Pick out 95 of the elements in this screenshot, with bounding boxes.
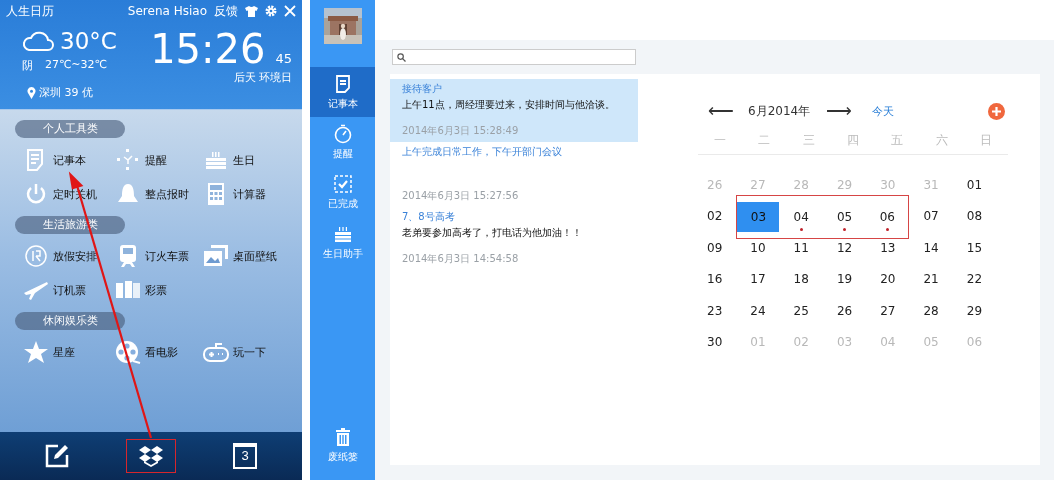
calendar-day[interactable]: 27 [866,295,909,326]
calendar-day[interactable]: 16 [693,264,736,295]
edit-icon [44,443,70,469]
calendar-day[interactable]: 13 [866,232,909,263]
gamepad-icon [203,340,229,364]
reminder-icon [115,148,141,172]
tool-item[interactable]: 星座 [23,340,115,364]
calendar-day[interactable]: 18 [780,264,823,295]
city-air-quality: 深圳 39 优 [39,85,93,100]
tool-item[interactable]: 订机票 [23,278,115,302]
note-item[interactable]: 接待客户 上午11点，周经理要过来，安排时间与他洽谈。 2014年6月3日 15:28:49 [390,79,638,142]
clock-seconds: 45 [275,51,292,66]
temperature-range: 27℃~32℃ [45,58,107,73]
calendar-day[interactable]: 12 [823,232,866,263]
calendar-day[interactable]: 26 [823,295,866,326]
note-time: 2014年6月3日 14:54:58 [402,252,520,266]
feedback-link[interactable]: 反馈 [214,2,238,20]
calendar-day[interactable]: 22 [953,264,996,295]
picture-stack-icon [203,244,229,268]
note-item[interactable]: 上午完成日常工作，下午开部门会议 2014年6月3日 15:27:56 [390,142,638,207]
temperature: 30°C [60,28,117,54]
calendar-day[interactable]: 03 [737,201,780,232]
calendar-day[interactable]: 07 [910,201,953,232]
search-icon [397,52,406,62]
note-time: 2014年6月3日 15:28:49 [402,124,520,138]
calendar-day[interactable]: 19 [823,264,866,295]
calendar-day[interactable]: 23 [693,295,736,326]
calendar-day[interactable]: 15 [953,232,996,263]
calendar-day[interactable]: 09 [693,232,736,263]
calendar-day[interactable]: 30 [693,327,736,358]
stacked-boxes-icon [138,444,164,468]
calendar-day[interactable]: 24 [736,295,779,326]
calendar-button[interactable]: 3 [220,439,270,473]
month-title: 6月2014年 [748,102,811,120]
sidebar-item[interactable]: 记事本 [310,67,375,117]
note-item[interactable]: 7、8号高考 老弟要参加高考了，打电话为他加油！！ 2014年6月3日 14:54:58 [390,207,638,270]
category-label: 休闲娱乐类 [15,312,125,330]
day-note: 后天 环境日 [233,70,292,85]
tool-item[interactable]: 订火车票 [115,244,203,268]
note-title: 上午完成日常工作，下午开部门会议 [402,145,563,159]
stopwatch-icon [332,123,353,144]
calendar-day[interactable]: 04 [780,201,823,232]
calendar-day[interactable]: 17 [736,264,779,295]
today-link[interactable]: 今天 [872,103,895,119]
tool-item[interactable]: 生日 [203,148,303,172]
user-name[interactable]: Serena Hsiao [127,4,207,18]
location-pin-icon [27,86,36,99]
weather-condition: 阴 [22,58,33,73]
note-body: 老弟要参加高考了，打电话为他加油！！ [402,226,583,240]
calendar-day[interactable]: 05 [823,201,866,232]
calendar-day[interactable]: 10 [736,232,779,263]
add-icon[interactable] [988,102,1005,120]
note-title: 7、8号高考 [402,210,456,224]
next-month-button[interactable]: ⟶ [826,100,853,122]
clock-time: 15:26 [150,28,266,70]
calendar-day[interactable]: 02 [693,201,736,232]
film-reel-icon [115,340,141,364]
calendar-day[interactable]: 25 [780,295,823,326]
note-body: 上午11点，周经理要过来，安排时间与他洽谈。 [402,98,616,112]
note-title: 接待客户 [402,82,443,96]
weekday-label: 六 [934,131,949,149]
settings-icon[interactable] [265,5,277,17]
tool-item[interactable]: 彩票 [115,278,203,302]
weekday-label: 四 [846,131,860,149]
note-time: 2014年6月3日 15:27:56 [402,189,520,203]
tool-item[interactable]: 计算器 [203,182,303,206]
tool-item[interactable]: 桌面壁纸 [203,244,303,268]
calendar-day[interactable]: 21 [910,264,953,295]
category-label: 个人工具类 [15,120,125,138]
search-field[interactable] [392,49,636,65]
star-icon [23,340,49,364]
weekday-label: 五 [890,131,905,149]
checkbox-icon [332,173,353,194]
calendar-day[interactable]: 11 [780,232,823,263]
calendar-day[interactable]: 28 [910,295,953,326]
calendar-day[interactable]: 14 [910,232,953,263]
tool-item[interactable]: 提醒 [115,148,203,172]
weekday-label: 三 [801,131,816,149]
calendar-day[interactable]: 29 [953,295,996,326]
shirt-icon[interactable] [245,5,258,17]
weekday-label: 日 [978,131,993,149]
holiday-icon [23,244,49,268]
close-icon[interactable] [284,5,296,17]
previous-month-button[interactable]: ⟵ [708,100,734,122]
calendar-day[interactable]: 20 [866,264,909,295]
tool-item[interactable]: 整点报时 [115,182,203,206]
tool-item[interactable]: 放假安排 [23,244,115,268]
tool-item[interactable]: 看电影 [115,340,203,364]
tool-item[interactable]: 记事本 [23,148,115,172]
app-title: 人生日历 [6,2,54,20]
box-button[interactable] [126,439,176,473]
calendar-day[interactable]: 01 [953,169,996,200]
cloud-icon [22,30,54,52]
calendar-day[interactable]: 08 [953,201,996,232]
tool-item[interactable]: 玩一下 [203,340,303,364]
